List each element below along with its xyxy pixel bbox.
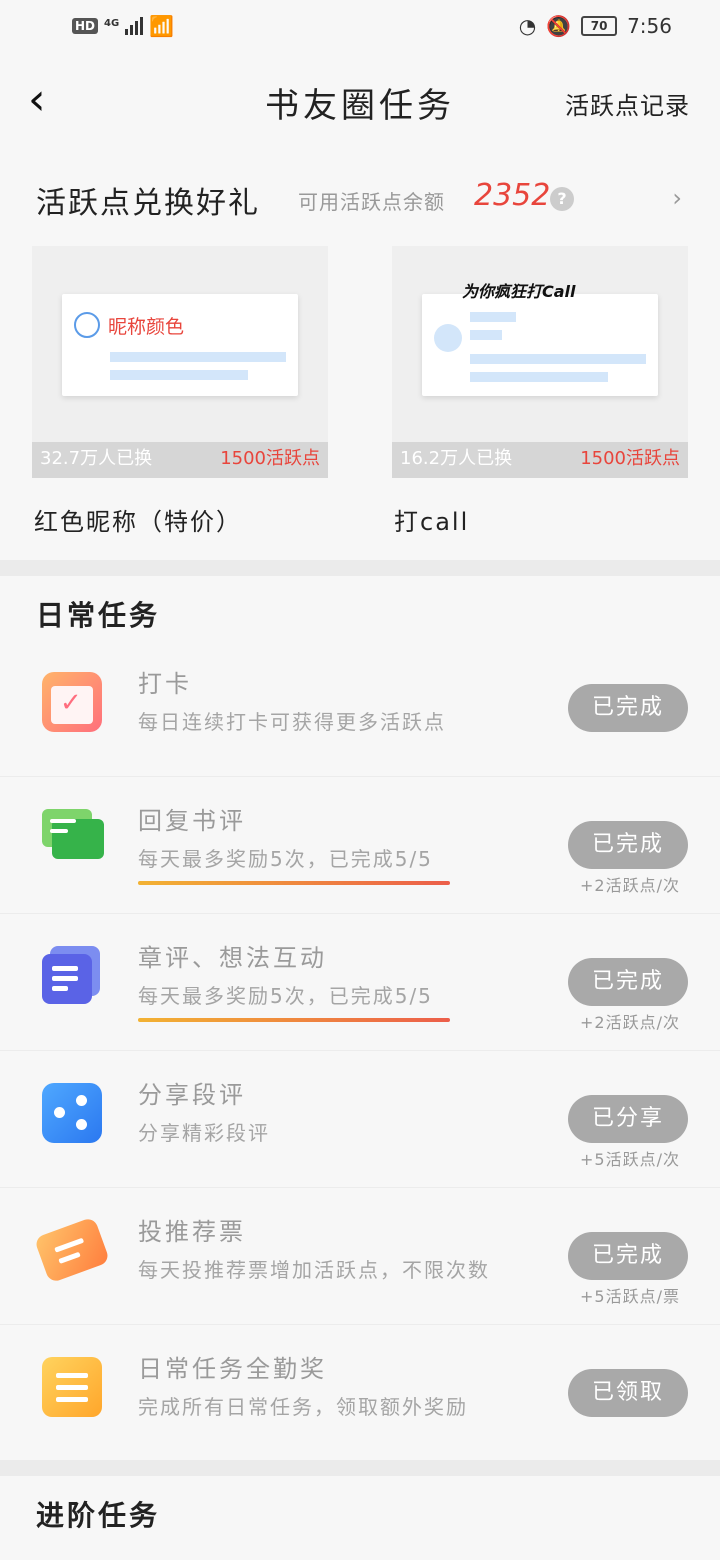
task-reward: +2活跃点/次 (580, 876, 680, 895)
task-name: 分享段评 (138, 1081, 246, 1109)
call-banner: 为你疯狂打Call (462, 282, 576, 301)
exchange-count: 16.2万人已换 (400, 448, 513, 469)
progress-underline (138, 1018, 450, 1022)
exchange-section: 活跃点兑换好礼 可用活跃点余额 2352 ? › 昵称颜色 32.7万人已换 1… (0, 150, 720, 560)
avatar-placeholder (434, 324, 462, 352)
ticket-icon (33, 1216, 111, 1284)
reward-name[interactable]: 打call (394, 502, 469, 537)
chevron-right-icon[interactable]: › (672, 184, 682, 212)
balance-value: 2352 (474, 178, 551, 213)
card-preview: 昵称颜色 (62, 294, 298, 396)
preview-text: 昵称颜色 (108, 316, 185, 338)
task-status-button[interactable]: 已完成 (568, 821, 688, 869)
exchange-title: 活跃点兑换好礼 (36, 186, 260, 221)
task-desc: 每日连续打卡可获得更多活跃点 (138, 710, 446, 734)
section-divider (0, 1460, 720, 1476)
status-bar: HD 4G 📶 ◔ 🔕 70 7:56 (0, 0, 720, 56)
document-icon (42, 946, 102, 1006)
wifi-icon: 📶 (149, 14, 175, 38)
section-divider (0, 560, 720, 576)
task-row-full-attendance: 日常任务全勤奖 完成所有日常任务，领取额外奖励 已领取 (0, 1325, 720, 1462)
task-name: 章评、想法互动 (138, 944, 327, 972)
signal-icon (125, 17, 144, 35)
placeholder-line (470, 354, 646, 364)
task-desc: 完成所有日常任务，领取额外奖励 (138, 1395, 468, 1419)
task-status-button[interactable]: 已分享 (568, 1095, 688, 1143)
app-header: ‹ 书友圈任务 活跃点记录 (0, 70, 720, 134)
progress-underline (138, 881, 450, 885)
placeholder-line (470, 372, 608, 382)
task-row-reply-review: 回复书评 每天最多奖励5次，已完成5/5 已完成 +2活跃点/次 (0, 777, 720, 914)
data-saver-icon: ◔ (518, 14, 537, 38)
task-reward: +5活跃点/次 (580, 1150, 680, 1169)
task-name: 投推荐票 (138, 1218, 246, 1246)
activity-record-link[interactable]: 活跃点记录 (565, 86, 690, 121)
placeholder-line (110, 352, 286, 362)
task-status-button[interactable]: 已完成 (568, 684, 688, 732)
mute-icon: 🔕 (546, 14, 572, 38)
task-status-button[interactable]: 已完成 (568, 958, 688, 1006)
task-desc: 每天投推荐票增加活跃点，不限次数 (138, 1258, 490, 1282)
reward-name[interactable]: 红色昵称（特价） (34, 502, 242, 537)
task-reward: +2活跃点/次 (580, 1013, 680, 1032)
chat-icon (42, 809, 104, 869)
task-row-recommend-ticket: 投推荐票 每天投推荐票增加活跃点，不限次数 已完成 +5活跃点/票 (0, 1188, 720, 1325)
section-title: 日常任务 (36, 599, 161, 632)
task-desc: 每天最多奖励5次，已完成5/5 (138, 847, 433, 871)
help-icon[interactable]: ? (550, 187, 574, 211)
task-status-button[interactable]: 已领取 (568, 1369, 688, 1417)
status-left: HD 4G 📶 (72, 14, 174, 38)
hd-badge: HD (72, 18, 99, 34)
task-name: 日常任务全勤奖 (138, 1355, 327, 1383)
task-status-button[interactable]: 已完成 (568, 1232, 688, 1280)
card-footer: 16.2万人已换 1500活跃点 (392, 442, 688, 478)
advanced-tasks-title: 进阶任务 (36, 1499, 161, 1532)
card-footer: 32.7万人已换 1500活跃点 (32, 442, 328, 478)
status-right: ◔ 🔕 70 7:56 (519, 14, 672, 38)
balance-label: 可用活跃点余额 (298, 190, 445, 214)
task-row-checkin: 打卡 每日连续打卡可获得更多活跃点 已完成 (0, 640, 720, 777)
placeholder-line (470, 312, 516, 322)
card-preview (422, 294, 658, 396)
exchange-price: 1500活跃点 (220, 448, 320, 469)
list-icon (42, 1357, 102, 1417)
battery-icon: 70 (581, 16, 618, 36)
task-desc: 每天最多奖励5次，已完成5/5 (138, 984, 433, 1008)
placeholder-line (470, 330, 502, 340)
network-type: 4G (104, 17, 120, 29)
calendar-icon (42, 672, 102, 732)
share-icon (42, 1083, 102, 1143)
task-row-share: 分享段评 分享精彩段评 已分享 +5活跃点/次 (0, 1051, 720, 1188)
task-name: 回复书评 (138, 807, 246, 835)
exchange-count: 32.7万人已换 (40, 448, 153, 469)
placeholder-line (110, 370, 248, 380)
reward-card-red-nickname[interactable]: 昵称颜色 32.7万人已换 1500活跃点 (32, 246, 328, 478)
task-name: 打卡 (138, 670, 192, 698)
daily-tasks-section: 日常任务 打卡 每日连续打卡可获得更多活跃点 已完成 回复书评 每天最多奖励5次… (0, 576, 720, 1460)
user-icon (74, 312, 100, 338)
reward-card-call[interactable]: 为你疯狂打Call 16.2万人已换 1500活跃点 (392, 246, 688, 478)
task-row-chapter-comment: 章评、想法互动 每天最多奖励5次，已完成5/5 已完成 +2活跃点/次 (0, 914, 720, 1051)
task-desc: 分享精彩段评 (138, 1121, 270, 1145)
task-reward: +5活跃点/票 (580, 1287, 680, 1306)
exchange-price: 1500活跃点 (580, 448, 680, 469)
clock: 7:56 (627, 14, 672, 38)
